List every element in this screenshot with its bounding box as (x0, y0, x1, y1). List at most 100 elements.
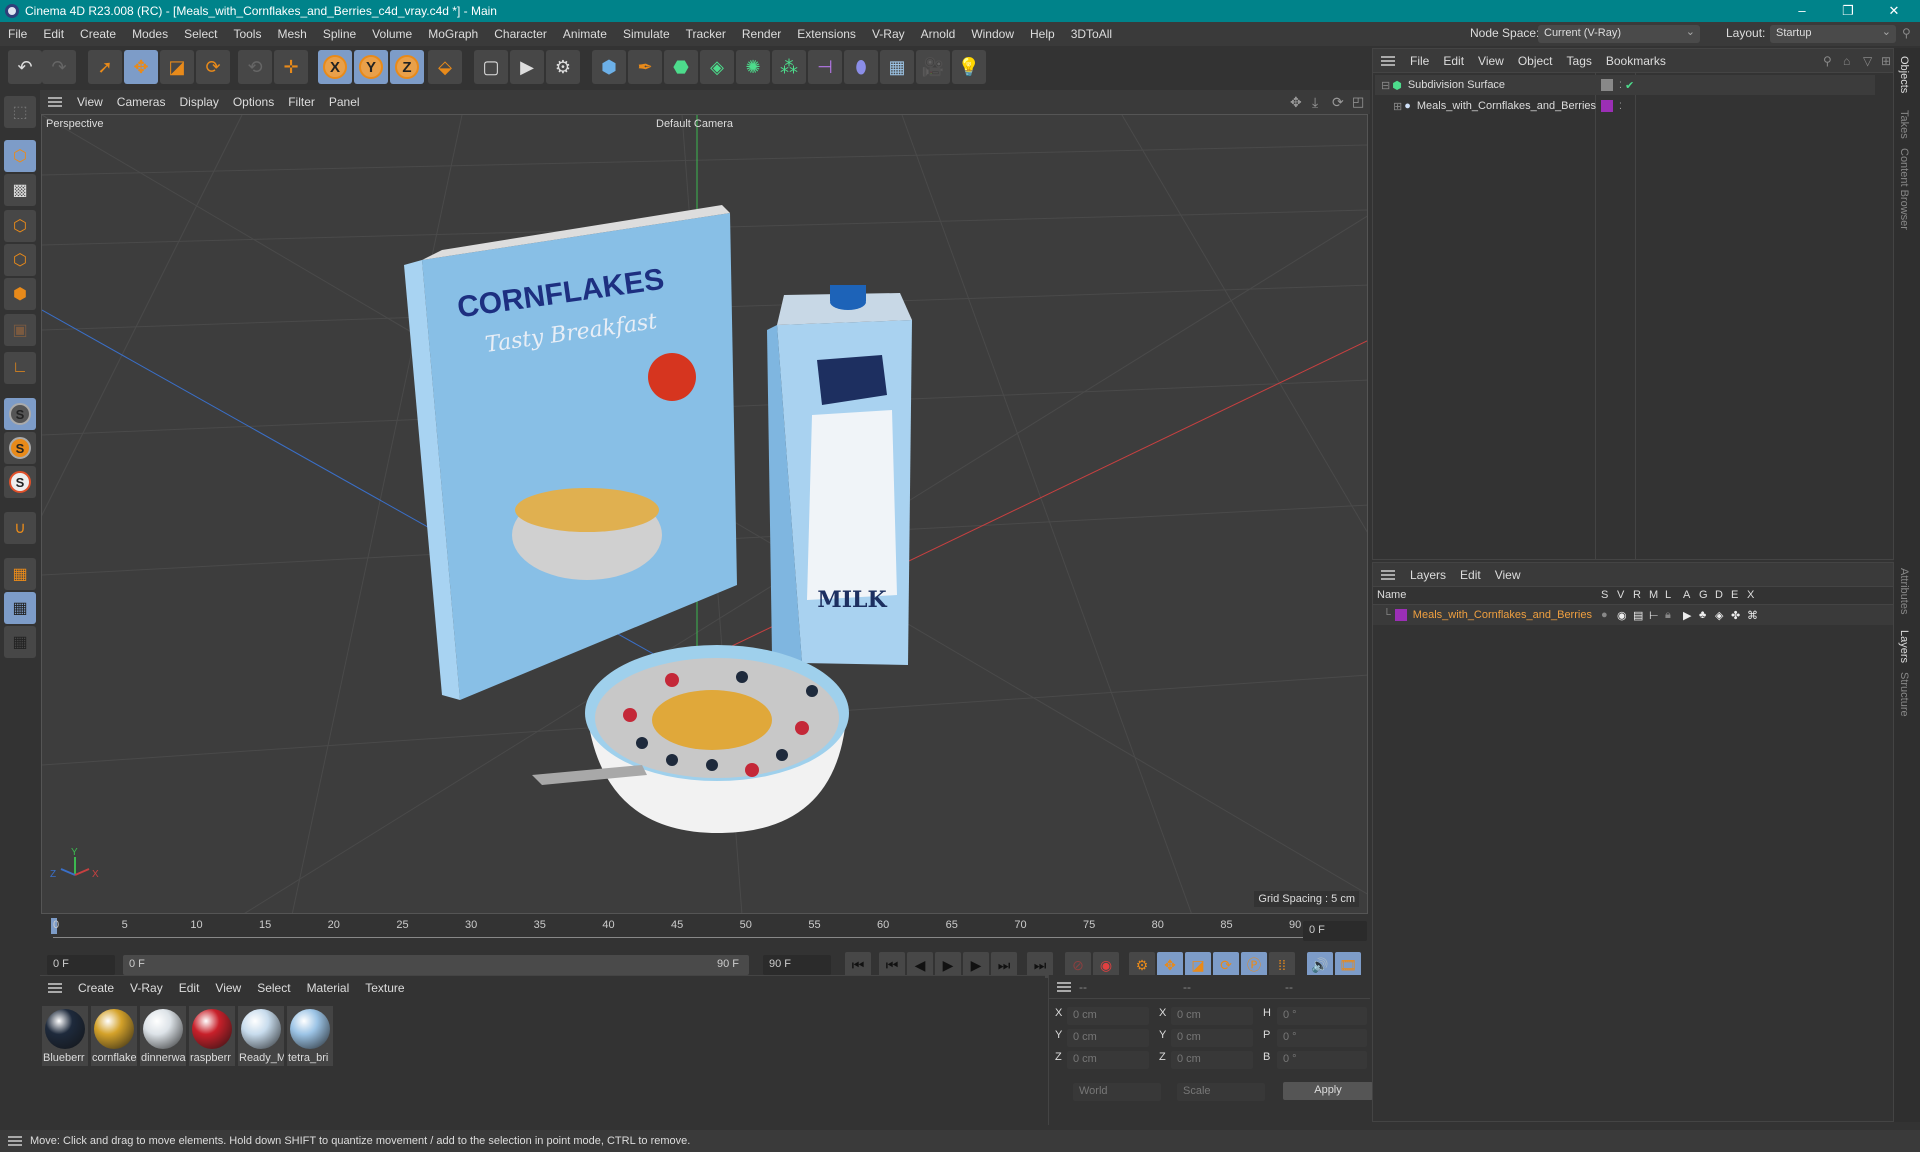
material-menu-select[interactable]: Select (249, 981, 298, 995)
deformer-icon[interactable]: ⊣ (808, 50, 842, 84)
floor-icon[interactable]: ▦ (880, 50, 914, 84)
field-icon[interactable]: ⬮ (844, 50, 878, 84)
undo-icon[interactable]: ↶ (8, 50, 42, 84)
camera-name[interactable]: Default Camera (656, 118, 733, 130)
orbit-view-icon[interactable]: ⟳ (1332, 94, 1344, 111)
layer-generators-icon[interactable]: ♣ (1699, 609, 1706, 621)
light-icon[interactable]: 💡 (952, 50, 986, 84)
objmgr-search-icon[interactable]: ⚲ (1823, 54, 1832, 68)
make-editable-icon[interactable]: ⬚ (4, 96, 36, 128)
menu-edit[interactable]: Edit (35, 27, 72, 41)
objmgr-menu-edit[interactable]: Edit (1436, 54, 1471, 68)
layer-column-header[interactable]: V (1617, 589, 1624, 601)
layer-name[interactable]: Meals_with_Cornflakes_and_Berries (1413, 609, 1592, 621)
menu-select[interactable]: Select (176, 27, 225, 41)
object-row[interactable]: ⊟ ⬢ Subdivision Surface ⁚ ✔ (1375, 75, 1875, 95)
objmgr-menu-tags[interactable]: Tags (1560, 54, 1599, 68)
viewport-menu-view[interactable]: View (70, 95, 110, 109)
layer-menu-view[interactable]: View (1488, 568, 1528, 582)
material-swatch[interactable]: tetra_bri (287, 1006, 333, 1066)
subdivision-icon[interactable]: ⬣ (664, 50, 698, 84)
layer-column-header[interactable]: M (1649, 589, 1658, 601)
coordinates-menu-icon[interactable] (1057, 981, 1071, 992)
add-icon[interactable]: ✛ (274, 50, 308, 84)
expand-icon[interactable]: ⊞ (1393, 100, 1402, 113)
objmgr-home-icon[interactable]: ⌂ (1843, 54, 1850, 68)
pan-view-icon[interactable]: ✥ (1290, 94, 1302, 111)
layer-column-header[interactable]: A (1683, 589, 1690, 601)
rotation-field[interactable]: 0 ° (1277, 1051, 1367, 1069)
menu-mograph[interactable]: MoGraph (420, 27, 486, 41)
enabled-check-icon[interactable]: ✔ (1625, 79, 1634, 92)
search-icon[interactable]: ⚲ (1902, 26, 1911, 40)
material-menu-view[interactable]: View (207, 981, 249, 995)
position-field[interactable]: 0 cm (1067, 1029, 1149, 1047)
menu-animate[interactable]: Animate (555, 27, 615, 41)
3d-viewport[interactable]: CORNFLAKES Tasty Breakfast MILK Y Z X Pe… (41, 114, 1368, 914)
material-menu-texture[interactable]: Texture (357, 981, 412, 995)
layer-column-header[interactable]: S (1601, 589, 1608, 601)
current-frame-field[interactable]: 0 F (1303, 921, 1367, 941)
objmgr-menu-bookmarks[interactable]: Bookmarks (1599, 54, 1673, 68)
end-frame-field[interactable]: 90 F (763, 955, 831, 975)
menu-arnold[interactable]: Arnold (913, 27, 964, 41)
frame-range-slider[interactable]: 0 F 90 F (123, 955, 749, 975)
material-swatch[interactable]: cornflake (91, 1006, 137, 1066)
layer-solo-icon[interactable]: ● (1601, 609, 1608, 621)
layer-lock-icon[interactable]: 🔒︎ (1665, 609, 1671, 622)
material-menu-icon[interactable] (48, 983, 62, 993)
uv-mode-icon[interactable]: ▣ (4, 314, 36, 346)
tab-objects[interactable]: Objects (1898, 56, 1910, 93)
tab-layers[interactable]: Layers (1898, 630, 1910, 663)
z-axis-icon[interactable]: Z (390, 50, 424, 84)
viewport-menu-icon[interactable] (48, 97, 62, 107)
tab-attributes[interactable]: Attributes (1898, 568, 1910, 614)
viewport-menu-options[interactable]: Options (226, 95, 281, 109)
menu-3dtoall[interactable]: 3DToAll (1063, 27, 1120, 41)
snap-enable-icon[interactable]: S (4, 466, 36, 498)
layer-manager-icon[interactable]: ⊢ (1649, 609, 1659, 622)
workplane-icon[interactable]: ▦ (4, 558, 36, 590)
locked-workplane-icon[interactable]: ▦ (4, 592, 36, 624)
material-swatch[interactable]: dinnerwa (140, 1006, 186, 1066)
snap-icon[interactable]: S (4, 398, 36, 430)
layer-color-tag[interactable] (1601, 100, 1613, 112)
layer-column-header[interactable]: Name (1377, 589, 1406, 601)
layer-column-header[interactable]: G (1699, 589, 1708, 601)
rotate-icon[interactable]: ⟳ (196, 50, 230, 84)
cube-icon[interactable]: ⬢ (592, 50, 626, 84)
tab-content-browser[interactable]: Content Browser (1898, 148, 1910, 230)
menu-create[interactable]: Create (72, 27, 124, 41)
psr-icon[interactable]: ⟲ (238, 50, 272, 84)
y-axis-icon[interactable]: Y (354, 50, 388, 84)
status-menu-icon[interactable] (8, 1136, 22, 1146)
layer-row[interactable]: └ Meals_with_Cornflakes_and_Berries ● ◉ … (1373, 605, 1893, 625)
viewport-menu-cameras[interactable]: Cameras (110, 95, 173, 109)
rotation-field[interactable]: 0 ° (1277, 1007, 1367, 1025)
layer-menu-layers[interactable]: Layers (1403, 568, 1453, 582)
render-settings-icon[interactable]: ⚙ (546, 50, 580, 84)
pen-icon[interactable]: ✒ (628, 50, 662, 84)
layer-menu-edit[interactable]: Edit (1453, 568, 1488, 582)
apply-button[interactable]: Apply (1283, 1082, 1373, 1100)
material-swatch[interactable]: raspberr (189, 1006, 235, 1066)
position-field[interactable]: 0 cm (1067, 1007, 1149, 1025)
material-menu-vray[interactable]: V-Ray (122, 981, 171, 995)
object-row[interactable]: ⊞ ● Meals_with_Cornflakes_and_Berries ⁚ (1375, 96, 1875, 116)
objmgr-new-window-icon[interactable]: ⊞ (1881, 54, 1891, 68)
move-icon[interactable]: ✥ (124, 50, 158, 84)
workplane-align-icon[interactable]: ▦ (4, 626, 36, 658)
coordinate-system-icon[interactable]: ⬙ (428, 50, 462, 84)
menu-mesh[interactable]: Mesh (269, 27, 314, 41)
texture-mode-icon[interactable]: ▩ (4, 174, 36, 206)
timeline-ruler[interactable]: 0 5 10 15 20 25 30 35 40 45 50 55 60 65 70 75 80 85 90 0 F (41, 915, 1370, 949)
layer-column-header[interactable]: R (1633, 589, 1641, 601)
edge-mode-icon[interactable]: ⬡ (4, 244, 36, 276)
coordinate-mode-dropdown[interactable]: World (1073, 1083, 1161, 1101)
layer-visible-icon[interactable]: ◉ (1617, 609, 1627, 622)
render-view-icon[interactable]: ▢ (474, 50, 508, 84)
cloner-icon[interactable]: ✺ (736, 50, 770, 84)
menu-modes[interactable]: Modes (124, 27, 176, 41)
menu-tools[interactable]: Tools (225, 27, 269, 41)
material-menu-edit[interactable]: Edit (171, 981, 208, 995)
